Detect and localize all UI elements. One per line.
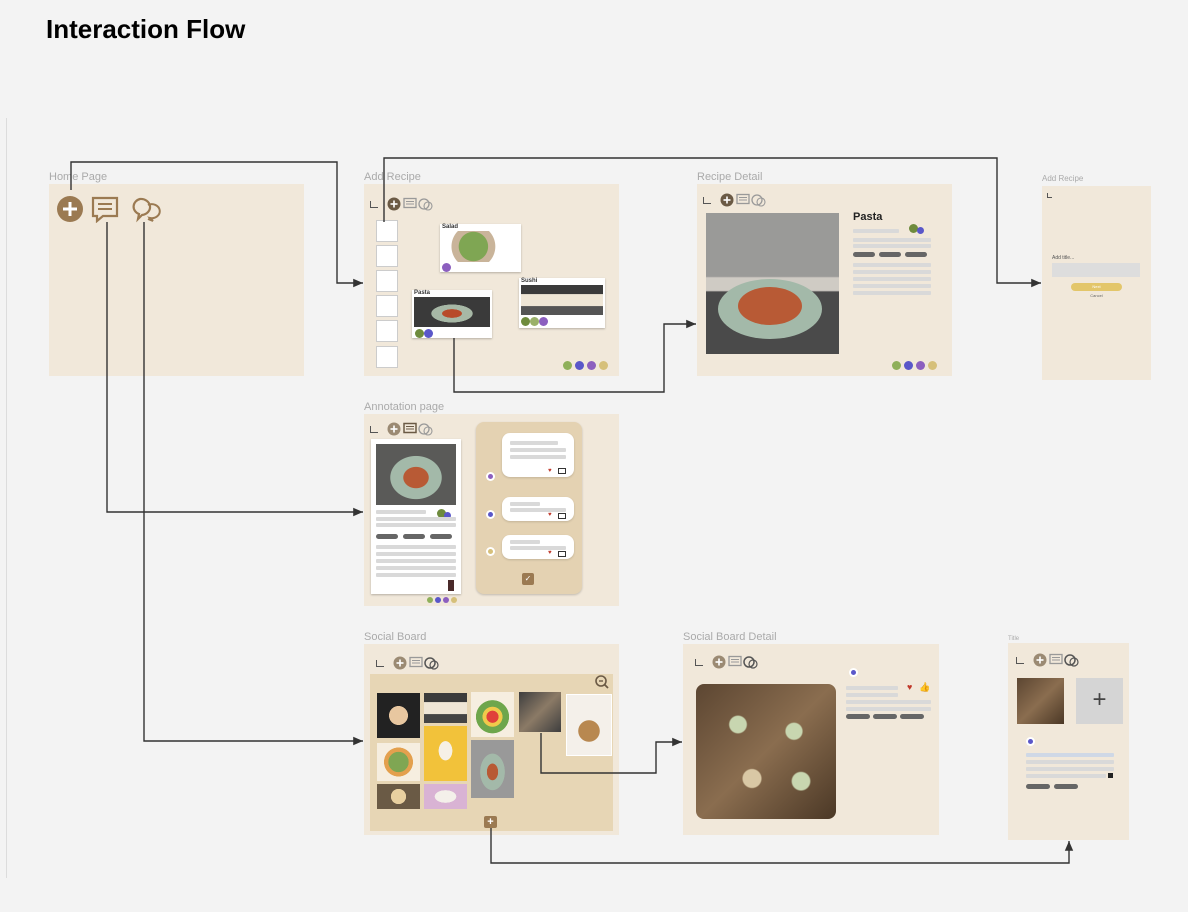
connector-add-to-new-post [490, 828, 1074, 864]
connector-add-recipe-to-form [383, 157, 1041, 288]
connector-photo-to-detail [540, 733, 682, 774]
connector-card-to-detail [453, 319, 696, 393]
flow-connectors [70, 157, 1074, 864]
connector-annotation [106, 222, 363, 517]
connector-add-to-add-recipe [70, 161, 363, 288]
connector-social-board [143, 222, 363, 746]
